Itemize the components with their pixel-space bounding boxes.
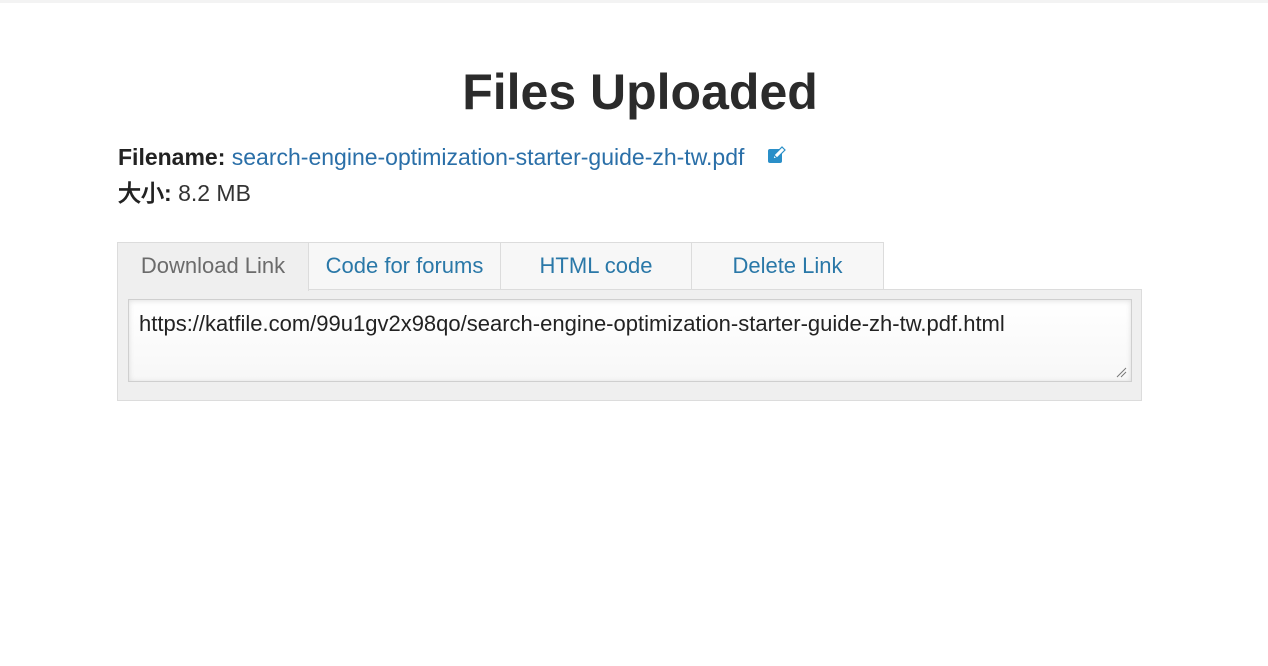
- download-link-textarea[interactable]: [128, 299, 1132, 382]
- filename-label: Filename:: [118, 144, 226, 170]
- tab-code-for-forums[interactable]: Code for forums: [308, 242, 501, 290]
- filename-row: Filename: search-engine-optimization-sta…: [118, 140, 787, 176]
- resize-grip-icon[interactable]: [1115, 366, 1127, 378]
- page-title: Files Uploaded: [462, 64, 818, 120]
- link-tabs: Download Link Code for forums HTML code …: [117, 242, 1142, 401]
- filename-link[interactable]: search-engine-optimization-starter-guide…: [232, 144, 745, 170]
- size-row: 大小: 8.2 MB: [118, 176, 787, 210]
- top-divider: [0, 0, 1268, 3]
- size-label: 大小:: [118, 179, 172, 206]
- tab-panel: [117, 289, 1142, 401]
- edit-icon[interactable]: [767, 140, 787, 174]
- tab-bar: Download Link Code for forums HTML code …: [117, 242, 884, 291]
- tab-html-code[interactable]: HTML code: [500, 242, 692, 290]
- tab-delete-link[interactable]: Delete Link: [691, 242, 884, 290]
- size-value: 8.2 MB: [178, 179, 251, 206]
- tab-download-link[interactable]: Download Link: [117, 242, 309, 291]
- file-info: Filename: search-engine-optimization-sta…: [118, 140, 787, 210]
